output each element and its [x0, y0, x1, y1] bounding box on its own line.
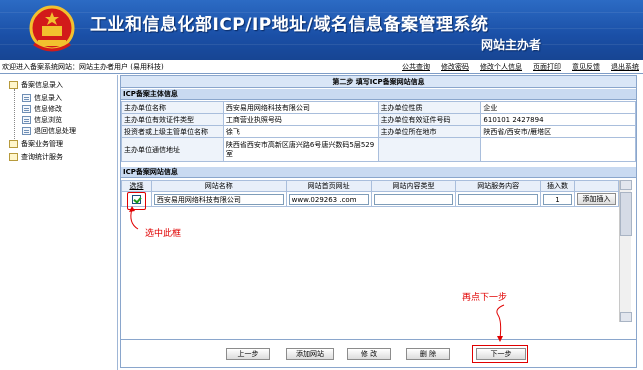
entity-info-table: 主办单位名称 西安易用网络科技有限公司 主办单位性质 企业 主办单位有效证件类型… [121, 101, 636, 162]
table-row: 主办单位名称 西安易用网络科技有限公司 主办单位性质 企业 [121, 101, 636, 114]
annotation-select-box: 选中此框 [145, 229, 182, 239]
main-panel: 第二步 填写ICP备案网站信息 ICP备案主体信息 主办单位名称 西安易用网络科… [120, 75, 637, 368]
field-value: 西安易用网络科技有限公司 [222, 101, 379, 114]
top-nav: 公共查询 修改密码 修改个人信息 页面打印 意见反馈 退出系统 [402, 62, 639, 72]
folder-icon [9, 153, 18, 161]
nav-change-password[interactable]: 修改密码 [441, 62, 469, 72]
field-label: 主办单位名称 [121, 101, 224, 114]
field-value [480, 137, 636, 162]
field-value: 企业 [480, 101, 636, 114]
service-content-input[interactable] [458, 193, 539, 205]
table-row: 主办单位有效证件类型 工商营业执照号码 主办单位有效证件号码 610101 24… [121, 113, 636, 126]
action-cell: 添加插入 [573, 191, 620, 207]
site-name-input[interactable]: 西安易用网络科技有限公司 [153, 193, 284, 205]
col-header-insert-count: 插入数 [540, 180, 575, 192]
sidebar-item-info-browse[interactable]: 信息浏览 [22, 115, 62, 125]
welcome-text: 欢迎进入备案系统网站：网站主办者用户 (易用科技) [2, 63, 164, 71]
entity-section-title: ICP备案主体信息 [121, 89, 636, 100]
delete-button[interactable]: 删 除 [406, 348, 450, 360]
sidebar-item-info-entry[interactable]: 信息录入 [22, 93, 62, 103]
table-header-row: 选择 网站名称 网站首页网址 网站内容类型 网站服务内容 插入数 [121, 180, 620, 192]
site-name-cell: 西安易用网络科技有限公司 [150, 191, 287, 207]
folder-icon [9, 81, 18, 89]
national-emblem-icon [29, 5, 75, 52]
field-value: 610101 2427894 [480, 113, 636, 126]
app-header: 工业和信息化部ICP/IP地址/域名信息备案管理系统 网站主办者 [0, 0, 643, 60]
bottom-button-bar: 上一步 添加网站 修 改 删 除 下一步 [121, 339, 636, 367]
step-title: 第二步 填写ICP备案网站信息 [121, 76, 636, 88]
field-value: 徐飞 [222, 125, 379, 138]
sidebar-item-label: 备案信息录入 [21, 81, 63, 89]
next-button-highlight [472, 345, 528, 363]
sidebar-item-label: 信息浏览 [34, 116, 62, 124]
field-value: 工商营业执照号码 [222, 113, 379, 126]
prev-step-button[interactable]: 上一步 [226, 348, 270, 360]
field-label: 主办单位有效证件类型 [121, 113, 224, 126]
nav-logout[interactable]: 退出系统 [611, 62, 639, 72]
sidebar-item-record-entry[interactable]: 备案信息录入 [9, 80, 63, 90]
annotation-click-next: 再点下一步 [462, 293, 508, 303]
table-row: 西安易用网络科技有限公司 www.029263 .com 1 添加插入 [121, 191, 620, 207]
sidebar-item-business-mgmt[interactable]: 备案业务管理 [9, 139, 63, 149]
site-subtitle: 网站主办者 [481, 38, 542, 52]
nav-edit-profile[interactable]: 修改个人信息 [480, 62, 522, 72]
page-icon [22, 94, 31, 102]
sidebar-item-label: 信息录入 [34, 94, 62, 102]
field-value: 陕西省/西安市/雁塔区 [480, 125, 636, 138]
col-header-service-content: 网站服务内容 [455, 180, 542, 192]
sidebar-item-query-stats[interactable]: 查询统计服务 [9, 152, 63, 162]
vertical-scrollbar[interactable] [619, 180, 632, 322]
nav-print-page[interactable]: 页面打印 [533, 62, 561, 72]
down-arrow-icon [496, 304, 505, 342]
col-header-home-url: 网站首页网址 [285, 180, 372, 192]
sidebar-item-label: 退回信息处理 [34, 127, 76, 135]
add-insert-button[interactable]: 添加插入 [576, 193, 616, 205]
website-section-title: ICP备案网站信息 [121, 167, 636, 178]
scroll-down-icon[interactable] [620, 312, 632, 322]
home-url-cell: www.029263 .com [285, 191, 372, 207]
col-header-content-type: 网站内容类型 [370, 180, 457, 192]
page-icon [22, 116, 31, 124]
insert-count-input[interactable]: 1 [543, 193, 572, 205]
sidebar-item-info-modify[interactable]: 信息修改 [22, 104, 62, 114]
field-label: 主办单位性质 [377, 101, 482, 114]
sidebar-item-label: 查询统计服务 [21, 153, 63, 161]
field-label: 主办单位通信地址 [121, 137, 224, 162]
site-title: 工业和信息化部ICP/IP地址/域名信息备案管理系统 [90, 15, 489, 35]
col-header-site-name: 网站名称 [150, 180, 287, 192]
scroll-up-icon[interactable] [620, 180, 632, 190]
folder-icon [9, 140, 18, 148]
insert-count-cell: 1 [540, 191, 575, 207]
content-type-cell [370, 191, 457, 207]
field-label [377, 137, 482, 162]
page-icon [22, 127, 31, 135]
add-site-button[interactable]: 添加网站 [286, 348, 334, 360]
table-row: 投资者或上级主管单位名称 徐飞 主办单位所在地市 陕西省/西安市/雁塔区 [121, 125, 636, 138]
nav-public-query[interactable]: 公共查询 [402, 62, 430, 72]
sidebar-item-returned-info[interactable]: 退回信息处理 [22, 126, 76, 136]
field-value: 陕西省西安市高新区唐兴路6号唐兴数码5层529室 [222, 137, 379, 162]
home-url-input[interactable]: www.029263 .com [288, 193, 369, 205]
modify-button[interactable]: 修 改 [347, 348, 391, 360]
website-table: 选择 网站名称 网站首页网址 网站内容类型 网站服务内容 插入数 西安易用网络科… [121, 180, 620, 207]
nav-feedback[interactable]: 意见反馈 [572, 62, 600, 72]
col-header-action [573, 180, 620, 192]
sidebar-item-label: 信息修改 [34, 105, 62, 113]
top-info-bar: 欢迎进入备案系统网站：网站主办者用户 (易用科技) 公共查询 修改密码 修改个人… [0, 60, 643, 74]
field-label: 投资者或上级主管单位名称 [121, 125, 224, 138]
sidebar-item-label: 备案业务管理 [21, 140, 63, 148]
scroll-thumb[interactable] [620, 192, 632, 236]
content-type-input[interactable] [373, 193, 454, 205]
sidebar-tree: 备案信息录入 信息录入 信息修改 信息浏览 退回信息处理 备案业务管理 查询统计… [0, 75, 118, 370]
field-label: 主办单位有效证件号码 [377, 113, 482, 126]
col-header-select[interactable]: 选择 [121, 180, 152, 192]
page-icon [22, 105, 31, 113]
service-cell [455, 191, 542, 207]
field-label: 主办单位所在地市 [377, 125, 482, 138]
curved-arrow-icon [129, 206, 139, 230]
table-row: 主办单位通信地址 陕西省西安市高新区唐兴路6号唐兴数码5层529室 [121, 137, 636, 162]
